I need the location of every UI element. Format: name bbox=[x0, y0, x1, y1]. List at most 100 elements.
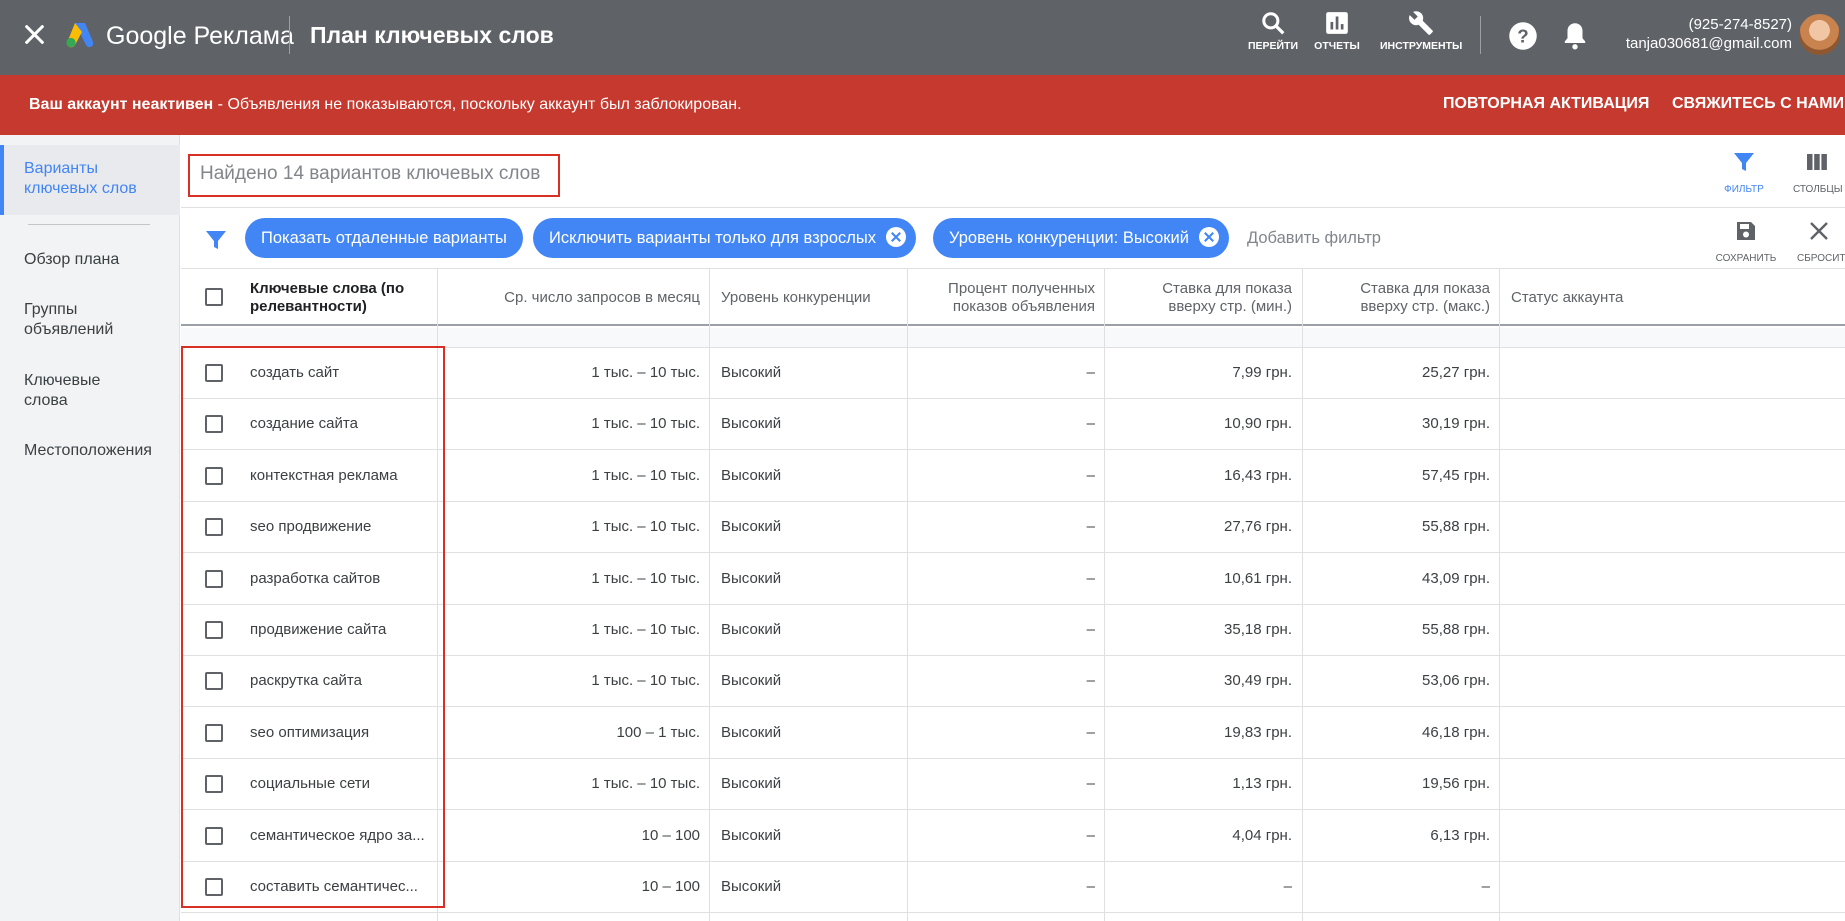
keyword-cell: семантическое ядро за... bbox=[250, 827, 425, 844]
chip-exclude-adult[interactable]: Исключить варианты только для взрослых bbox=[533, 218, 916, 258]
columns-button[interactable]: СТОЛБЦЫ bbox=[1789, 150, 1845, 195]
account-phone: (925-274-8527) bbox=[1688, 16, 1792, 33]
column-separator bbox=[709, 269, 710, 921]
searches-cell: 1 тыс. – 10 тыс. bbox=[591, 415, 700, 432]
table-row[interactable]: раскрутка сайта 1 тыс. – 10 тыс. Высокий – 3… bbox=[181, 656, 1845, 707]
keyword-cell: seo оптимизация bbox=[250, 724, 370, 741]
keyword-cell: социальные сети bbox=[250, 775, 371, 792]
reactivate-button[interactable]: ПОВТОРНАЯ АКТИВАЦИЯ bbox=[1443, 95, 1649, 113]
remove-chip-icon[interactable] bbox=[1198, 227, 1219, 247]
sidebar-item-ad-groups[interactable]: Группы объявлений bbox=[24, 300, 134, 340]
sidebar-item-plan-overview[interactable]: Обзор плана bbox=[24, 250, 119, 270]
bid-high-cell: 30,19 грн. bbox=[1422, 415, 1490, 432]
header-searches[interactable]: Ср. число запросов в месяц bbox=[441, 269, 700, 326]
header-impression-share[interactable]: Процент полученных показов объявления bbox=[931, 269, 1095, 326]
row-checkbox[interactable] bbox=[205, 467, 223, 485]
contact-us-button[interactable]: СВЯЖИТЕСЬ С НАМИ bbox=[1672, 95, 1844, 113]
table-row[interactable]: контекстная реклама 1 тыс. – 10 тыс. Высок… bbox=[181, 451, 1845, 502]
keyword-cell: seo продвижение bbox=[250, 518, 372, 535]
avatar[interactable] bbox=[1799, 14, 1840, 55]
row-checkbox[interactable] bbox=[205, 775, 223, 793]
impression-share-cell: – bbox=[1086, 724, 1095, 741]
sidebar-item-keywords[interactable]: Ключевые слова bbox=[24, 371, 134, 411]
bell-icon[interactable] bbox=[1562, 20, 1588, 50]
divider bbox=[181, 207, 1845, 208]
sidebar-item-locations[interactable]: Местоположения bbox=[24, 441, 152, 461]
header-competition[interactable]: Уровень конкуренции bbox=[721, 269, 921, 326]
header-bid-low[interactable]: Ставка для показа вверху стр. (мин.) bbox=[1111, 269, 1292, 326]
chip-broad-ideas[interactable]: Показать отдаленные варианты bbox=[245, 218, 523, 258]
sidebar-item-keyword-ideas[interactable]: Варианты ключевых слов bbox=[0, 145, 180, 215]
reports-label: ОТЧЕТЫ bbox=[1314, 40, 1360, 52]
bid-low-cell: 10,61 грн. bbox=[1224, 570, 1292, 587]
table-row[interactable]: продвижение сайта 1 тыс. – 10 тыс. Высокий… bbox=[181, 605, 1845, 656]
header-account-status[interactable]: Статус аккаунта bbox=[1511, 269, 1711, 326]
row-checkbox[interactable] bbox=[205, 878, 223, 896]
competition-cell: Высокий bbox=[721, 775, 782, 792]
reports-icon bbox=[1326, 12, 1348, 34]
searches-cell: 1 тыс. – 10 тыс. bbox=[591, 775, 700, 792]
table-row[interactable]: семантическое ядро за... 10 – 100 Высокий –… bbox=[181, 811, 1845, 862]
searches-cell: 1 тыс. – 10 тыс. bbox=[591, 364, 700, 381]
select-all-checkbox[interactable] bbox=[205, 288, 223, 306]
bid-high-cell: 53,06 грн. bbox=[1422, 672, 1490, 689]
account-alert-bar: Ваш аккаунт неактивен - Объявления не по… bbox=[0, 75, 1845, 135]
keyword-cell: разработка сайтов bbox=[250, 570, 381, 587]
header-bid-high[interactable]: Ставка для показа вверху стр. (макс.) bbox=[1311, 269, 1490, 326]
row-checkbox[interactable] bbox=[205, 518, 223, 536]
row-checkbox[interactable] bbox=[205, 672, 223, 690]
chip-competition-high[interactable]: Уровень конкуренции: Высокий bbox=[933, 218, 1229, 258]
table-row[interactable]: разработка сайтов 1 тыс. – 10 тыс. Высокий… bbox=[181, 554, 1845, 605]
table-row[interactable]: создать сайт 1 тыс. – 10 тыс. Высокий – 7,99… bbox=[181, 348, 1845, 399]
goto-button[interactable]: ПЕРЕЙТИ bbox=[1245, 10, 1301, 52]
header-keyword[interactable]: Ключевые слова (по релевантности) bbox=[250, 269, 410, 326]
close-icon bbox=[1810, 222, 1828, 240]
impression-share-cell: – bbox=[1086, 570, 1095, 587]
row-checkbox[interactable] bbox=[205, 415, 223, 433]
table-row[interactable]: seo продвижение 1 тыс. – 10 тыс. Высокий – 2… bbox=[181, 502, 1845, 553]
searches-cell: 1 тыс. – 10 тыс. bbox=[591, 672, 700, 689]
remove-chip-icon[interactable] bbox=[885, 227, 906, 247]
tools-button[interactable]: ИНСТРУМЕНТЫ bbox=[1380, 10, 1462, 52]
svg-text:?: ? bbox=[1517, 25, 1528, 46]
reports-button[interactable]: ОТЧЕТЫ bbox=[1312, 10, 1362, 52]
save-label: СОХРАНИТЬ bbox=[1715, 253, 1777, 264]
keyword-count: Найдено 14 вариантов ключевых слов bbox=[188, 154, 560, 197]
reset-button[interactable]: СБРОСИТЬ bbox=[1793, 219, 1845, 264]
bid-low-cell: 10,90 грн. bbox=[1224, 415, 1292, 432]
sidebar: Варианты ключевых слов Обзор плана Групп… bbox=[0, 135, 180, 921]
row-checkbox[interactable] bbox=[205, 827, 223, 845]
bid-high-cell: – bbox=[1481, 878, 1490, 895]
page-title: План ключевых слов bbox=[310, 22, 554, 48]
chip-label: Исключить варианты только для взрослых bbox=[549, 229, 876, 247]
table-row[interactable]: seo оптимизация 100 – 1 тыс. Высокий – 19,83… bbox=[181, 708, 1845, 759]
top-bar: Google Реклама План ключевых слов ПЕРЕЙТ… bbox=[0, 0, 1845, 75]
alert-text: - Объявления не показываются, поскольку … bbox=[213, 96, 742, 113]
divider bbox=[28, 224, 150, 225]
impression-share-cell: – bbox=[1086, 672, 1095, 689]
filter-icon[interactable] bbox=[204, 228, 228, 252]
close-icon[interactable] bbox=[22, 22, 46, 46]
help-icon[interactable]: ? bbox=[1508, 21, 1538, 51]
save-icon bbox=[1737, 222, 1755, 240]
account-info[interactable]: (925-274-8527) tanja030681@gmail.com bbox=[1626, 15, 1792, 53]
bid-high-cell: 25,27 грн. bbox=[1422, 364, 1490, 381]
row-checkbox[interactable] bbox=[205, 570, 223, 588]
tools-label: ИНСТРУМЕНТЫ bbox=[1380, 40, 1463, 52]
table-row[interactable]: создание сайта 1 тыс. – 10 тыс. Высокий – 10… bbox=[181, 399, 1845, 450]
row-checkbox[interactable] bbox=[205, 364, 223, 382]
row-checkbox[interactable] bbox=[205, 621, 223, 639]
add-filter-button[interactable]: Добавить фильтр bbox=[1247, 229, 1381, 248]
row-checkbox[interactable] bbox=[205, 724, 223, 742]
table-row[interactable]: социальные сети 1 тыс. – 10 тыс. Высокий – 1… bbox=[181, 759, 1845, 810]
google-ads-logo bbox=[66, 23, 94, 48]
table-row[interactable]: составить семантичес... 10 – 100 Высокий – –… bbox=[181, 862, 1845, 913]
save-button[interactable]: СОХРАНИТЬ bbox=[1712, 219, 1780, 264]
divider bbox=[1480, 16, 1481, 54]
sidebar-item-label: Варианты ключевых слов bbox=[24, 160, 137, 197]
filter-button[interactable]: ФИЛЬТР bbox=[1715, 150, 1773, 195]
impression-share-cell: – bbox=[1086, 621, 1095, 638]
search-icon bbox=[1262, 12, 1285, 35]
competition-cell: Высокий bbox=[721, 878, 782, 895]
bid-high-cell: 55,88 грн. bbox=[1422, 621, 1490, 638]
